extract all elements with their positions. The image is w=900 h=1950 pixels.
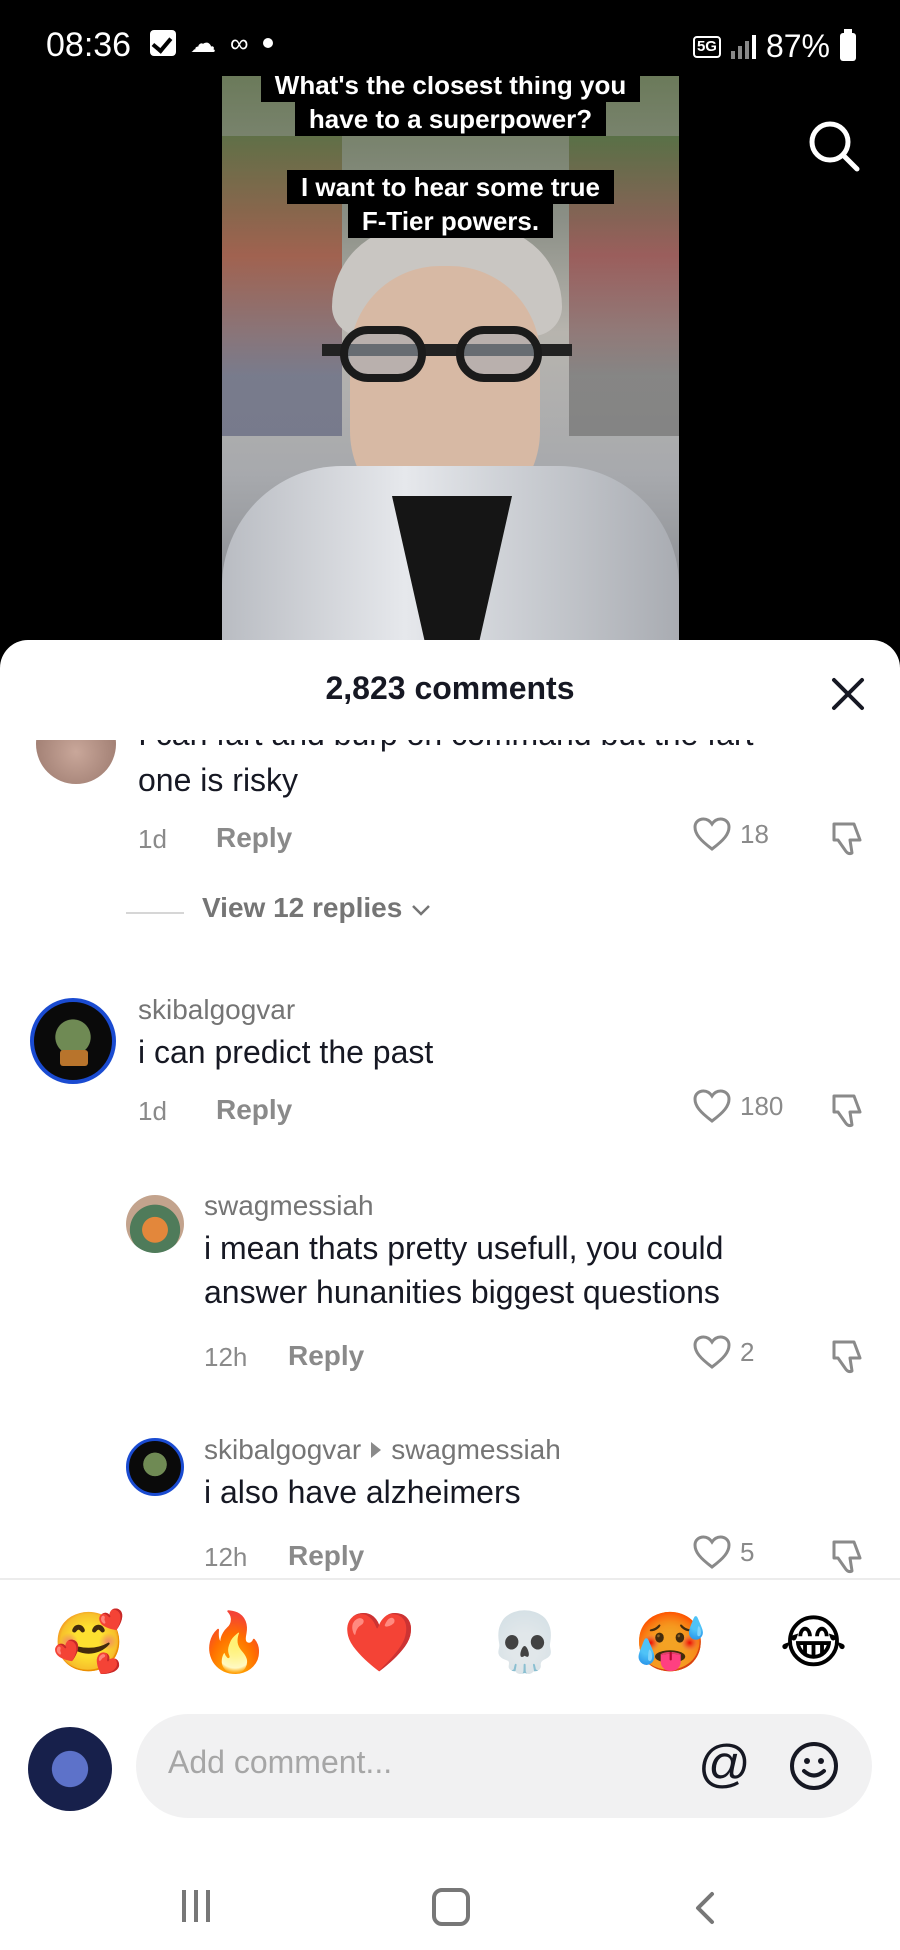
avatar[interactable] xyxy=(126,1438,184,1496)
caption-line: have to a superpower? xyxy=(294,102,607,136)
reply-arrow-icon xyxy=(371,1441,382,1458)
battery-icon xyxy=(840,28,856,61)
heart-icon xyxy=(693,1089,731,1123)
emoji-hot-face[interactable]: 🥵 xyxy=(634,1608,706,1678)
caption-line: I want to hear some true xyxy=(286,170,615,204)
like-count: 2 xyxy=(740,1336,755,1367)
avatar[interactable] xyxy=(126,1195,184,1253)
comments-list[interactable]: I can fart and burp on command but the f… xyxy=(0,740,900,1578)
like-count: 5 xyxy=(740,1536,755,1567)
comment-text: i mean thats pretty usefull, you could xyxy=(204,1230,724,1266)
comment-text: one is risky xyxy=(138,762,299,798)
comments-sheet: 2,823 comments I can fart and burp on co… xyxy=(0,640,900,1950)
reply-button[interactable]: Reply xyxy=(216,1094,292,1126)
video-player[interactable]: What's the closest thing you have to a s… xyxy=(222,76,679,646)
recent-apps-icon[interactable] xyxy=(182,1890,210,1922)
comment-time: 1d xyxy=(138,1096,167,1126)
comment-username[interactable]: skibalgogvar xyxy=(138,994,295,1026)
view-replies-button[interactable]: View 12 replies xyxy=(202,892,432,924)
view-replies-label: View 12 replies xyxy=(202,892,403,923)
video-caption-top: What's the closest thing you have to a s… xyxy=(222,76,679,136)
signal-icon xyxy=(730,34,756,59)
reply-button[interactable]: Reply xyxy=(288,1540,364,1572)
chevron-down-icon xyxy=(412,905,430,916)
emoji-skull[interactable]: 💀 xyxy=(489,1608,561,1678)
comments-count-title: 2,823 comments xyxy=(325,670,575,706)
like-button[interactable]: 2 xyxy=(692,1334,754,1370)
home-icon[interactable] xyxy=(432,1888,470,1926)
like-count: 18 xyxy=(740,818,769,849)
my-avatar[interactable] xyxy=(28,1727,112,1811)
dislike-icon[interactable] xyxy=(828,1338,866,1376)
emoji-heart[interactable]: ❤️ xyxy=(343,1608,415,1678)
smile-icon[interactable] xyxy=(788,1740,840,1792)
comment-time: 12h xyxy=(204,1342,248,1372)
comment-text: i can predict the past xyxy=(138,1034,434,1070)
comment-text: i also have alzheimers xyxy=(204,1474,521,1510)
caption-line: F-Tier powers. xyxy=(347,204,554,238)
mention-button[interactable]: @ xyxy=(698,1736,751,1792)
voicemail-icon: ∞ xyxy=(230,28,249,58)
video-caption-bottom: I want to hear some true F-Tier powers. xyxy=(222,170,679,238)
close-icon[interactable] xyxy=(830,676,866,712)
comment-username-thread: skibalgogvar swagmessiah xyxy=(204,1434,561,1466)
comment-input[interactable]: Add comment... @ xyxy=(136,1714,872,1818)
replies-divider xyxy=(126,912,184,914)
network-badge: 5G xyxy=(692,35,721,58)
comment-text: answer hunanities biggest questions xyxy=(204,1274,720,1310)
heart-icon xyxy=(693,1535,731,1569)
caption-line: What's the closest thing you xyxy=(260,76,641,102)
heart-icon xyxy=(693,1335,731,1369)
comment-time: 1d xyxy=(138,824,167,854)
checkbox-notification-icon xyxy=(150,30,176,56)
comment-username[interactable]: swagmessiah xyxy=(204,1190,374,1222)
battery-percent: 87% xyxy=(765,28,830,64)
emoji-fire[interactable]: 🔥 xyxy=(198,1608,270,1678)
comment-input-placeholder: Add comment... xyxy=(168,1744,393,1780)
weather-icon: ☁ xyxy=(190,28,216,58)
goggle-lens xyxy=(456,326,542,382)
heart-icon xyxy=(693,817,731,851)
like-count: 180 xyxy=(740,1090,784,1121)
search-icon[interactable] xyxy=(806,118,862,174)
reply-button[interactable]: Reply xyxy=(288,1340,364,1372)
like-button[interactable]: 180 xyxy=(692,1088,783,1124)
avatar[interactable] xyxy=(36,740,116,784)
goggle-lens xyxy=(340,326,426,382)
comment-time: 12h xyxy=(204,1542,248,1572)
dislike-icon[interactable] xyxy=(828,820,866,858)
system-navigation-bar xyxy=(0,1880,900,1950)
like-button[interactable]: 5 xyxy=(692,1534,754,1570)
quick-emoji-bar: 🥰 🔥 ❤️ 💀 🥵 😂 xyxy=(0,1608,900,1678)
emoji-laughing[interactable]: 😂 xyxy=(780,1608,848,1678)
reply-button[interactable]: Reply xyxy=(216,822,292,854)
dislike-icon[interactable] xyxy=(828,1092,866,1130)
dislike-icon[interactable] xyxy=(828,1538,866,1576)
back-icon[interactable] xyxy=(690,1890,720,1926)
status-right: 5G 87% xyxy=(692,28,856,65)
reply-to-username[interactable]: swagmessiah xyxy=(391,1434,561,1465)
comment-username[interactable]: skibalgogvar xyxy=(204,1434,361,1465)
more-notifications-icon xyxy=(262,38,273,48)
composer-divider xyxy=(0,1578,900,1580)
avatar[interactable] xyxy=(30,998,116,1084)
status-notification-icons: ☁ ∞ xyxy=(150,30,273,56)
emoji-smiling-hearts[interactable]: 🥰 xyxy=(53,1608,125,1678)
like-button[interactable]: 18 xyxy=(692,816,769,852)
comment-text-cut: I can fart and burp on command but the f… xyxy=(138,740,753,753)
status-time: 08:36 xyxy=(46,26,132,64)
